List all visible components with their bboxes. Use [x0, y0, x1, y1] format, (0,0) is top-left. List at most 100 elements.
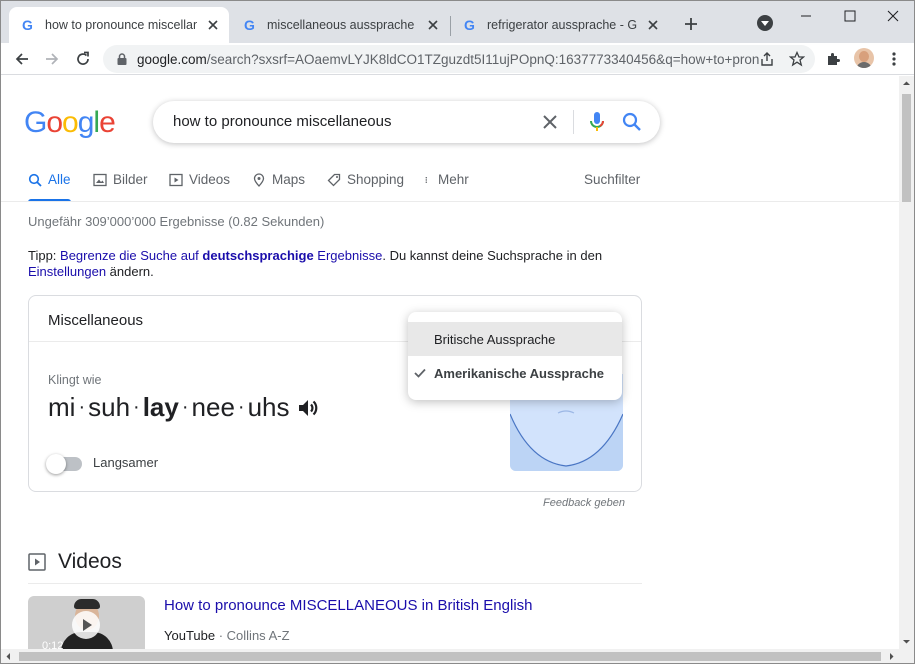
tab-3[interactable]: G refrigerator aussprache - Googl: [451, 7, 669, 43]
share-icon[interactable]: [759, 51, 775, 67]
menu-button[interactable]: [884, 49, 904, 69]
divider: [28, 583, 642, 584]
tab-title: how to pronounce miscellaneous: [45, 18, 197, 32]
maximize-button[interactable]: [828, 1, 872, 31]
syllable: nee: [191, 392, 235, 422]
back-button[interactable]: [12, 49, 32, 69]
tab-alle[interactable]: Alle: [28, 172, 71, 202]
bookmark-star-icon[interactable]: [789, 51, 805, 67]
image-icon: [93, 173, 107, 187]
slow-toggle[interactable]: [46, 454, 82, 474]
phonetic-spelling: mi · suh · lay · nee · uhs: [48, 392, 320, 423]
search-box[interactable]: how to pronounce miscellaneous: [153, 101, 660, 143]
tab-shopping[interactable]: Shopping: [327, 172, 404, 202]
syllable-separator: ·: [237, 396, 245, 418]
tab-bilder[interactable]: Bilder: [93, 172, 148, 202]
search-tabs: Alle Bilder Videos Maps Shopping Mehr: [28, 172, 642, 202]
videos-heading: Videos: [58, 550, 122, 573]
logo-letter: o: [62, 106, 79, 139]
search-input[interactable]: how to pronounce miscellaneous: [173, 113, 391, 130]
search-icon[interactable]: [622, 112, 642, 132]
arrow-left-icon: [15, 53, 28, 65]
reload-button[interactable]: [73, 49, 93, 69]
video-source: YouTube · Collins A-Z: [164, 628, 290, 643]
microphone-icon[interactable]: [587, 111, 607, 133]
video-title-link[interactable]: How to pronounce MISCELLANEOUS in Britis…: [164, 597, 533, 614]
pronunciation-heading: Miscellaneous: [48, 312, 144, 329]
close-tab-icon[interactable]: [425, 17, 441, 33]
restrict-language-link[interactable]: Begrenze die Suche auf deutschsprachige …: [60, 248, 382, 263]
tab-strip: G how to pronounce miscellaneous G misce…: [1, 1, 914, 43]
arrow-right-icon: [46, 53, 59, 65]
scroll-left-icon[interactable]: [1, 649, 16, 664]
video-channel: Collins A-Z: [226, 628, 290, 643]
scroll-up-icon[interactable]: [899, 76, 914, 91]
syllable: uhs: [247, 392, 290, 422]
svg-text:G: G: [22, 17, 33, 33]
close-tab-icon[interactable]: [205, 17, 221, 33]
close-tab-icon[interactable]: [645, 17, 661, 33]
logo-letter: o: [46, 106, 63, 139]
reload-icon: [77, 51, 89, 65]
scrollbar-thumb[interactable]: [19, 652, 881, 661]
logo-letter: g: [77, 106, 95, 139]
page-content: Google how to pronounce miscellaneous Al…: [1, 76, 899, 649]
forward-button[interactable]: [42, 49, 62, 69]
video-thumbnail[interactable]: 0:12: [28, 596, 145, 649]
more-vert-icon: [425, 176, 428, 184]
tab-label: Bilder: [113, 172, 148, 187]
close-window-button[interactable]: [871, 1, 914, 31]
map-pin-icon: [253, 173, 265, 187]
menu-item-american[interactable]: Amerikanische Aussprache: [408, 356, 622, 390]
menu-item-british[interactable]: Britische Aussprache: [408, 322, 622, 356]
google-favicon-icon: G: [22, 17, 33, 33]
sounds-like-label: Klingt wie: [48, 373, 102, 387]
play-icon[interactable]: [72, 611, 100, 639]
google-logo[interactable]: Google: [24, 106, 116, 140]
tab-active[interactable]: G how to pronounce miscellaneous: [9, 7, 229, 43]
menu-item-label: Britische Aussprache: [434, 331, 556, 347]
result-stats: Ungefähr 309’000’000 Ergebnisse (0.82 Se…: [28, 214, 325, 229]
speaker-icon[interactable]: [296, 396, 320, 420]
browser-toolbar: google.com/search?sxsrf=AOaemvLYJK8ldCO1…: [1, 43, 914, 75]
video-icon: [169, 173, 183, 187]
divider: [1, 201, 899, 202]
profile-avatar[interactable]: [854, 48, 874, 68]
scroll-down-icon[interactable]: [899, 634, 914, 649]
tab-videos[interactable]: Videos: [169, 172, 230, 202]
feedback-link[interactable]: Feedback geben: [543, 497, 625, 509]
video-platform: YouTube: [164, 628, 216, 643]
thumbnail-person-hair: [74, 599, 100, 609]
search-icon: [28, 173, 42, 187]
scrollbar-thumb[interactable]: [902, 94, 911, 202]
address-bar[interactable]: google.com/search?sxsrf=AOaemvLYJK8ldCO1…: [103, 45, 815, 73]
tab-label: Maps: [272, 172, 306, 187]
video-duration: 0:12: [42, 640, 64, 649]
tab-mehr[interactable]: Mehr: [424, 172, 469, 202]
divider: [573, 110, 574, 134]
tab-search-icon[interactable]: [757, 15, 773, 31]
syllable-separator: ·: [181, 396, 189, 418]
suchfilter-button[interactable]: Suchfilter: [584, 172, 640, 187]
new-tab-icon[interactable]: [681, 14, 701, 34]
tab-title: miscellaneous aussprache - Goo: [267, 18, 417, 32]
tab-maps[interactable]: Maps: [252, 172, 305, 202]
minimize-button[interactable]: [784, 1, 828, 31]
settings-link[interactable]: Einstellungen: [28, 264, 106, 279]
lock-icon: [117, 53, 127, 65]
clear-icon[interactable]: [540, 112, 560, 132]
slow-label: Langsamer: [93, 455, 159, 470]
tab-label: Shopping: [347, 172, 405, 187]
horizontal-scrollbar[interactable]: [1, 649, 914, 664]
vertical-scrollbar[interactable]: [899, 76, 914, 649]
accent-dropdown-menu: Britische Aussprache Amerikanische Aussp…: [408, 312, 622, 400]
scroll-right-icon[interactable]: [884, 649, 899, 664]
tab-label: Mehr: [438, 172, 469, 187]
syllable-separator: ·: [78, 396, 86, 418]
video-icon: [28, 553, 46, 571]
browser-window: G how to pronounce miscellaneous G misce…: [0, 0, 915, 664]
extensions-button[interactable]: [823, 49, 843, 69]
tab-label: Alle: [48, 172, 71, 187]
tab-2[interactable]: G miscellaneous aussprache - Goo: [231, 7, 449, 43]
svg-text:G: G: [464, 17, 475, 33]
